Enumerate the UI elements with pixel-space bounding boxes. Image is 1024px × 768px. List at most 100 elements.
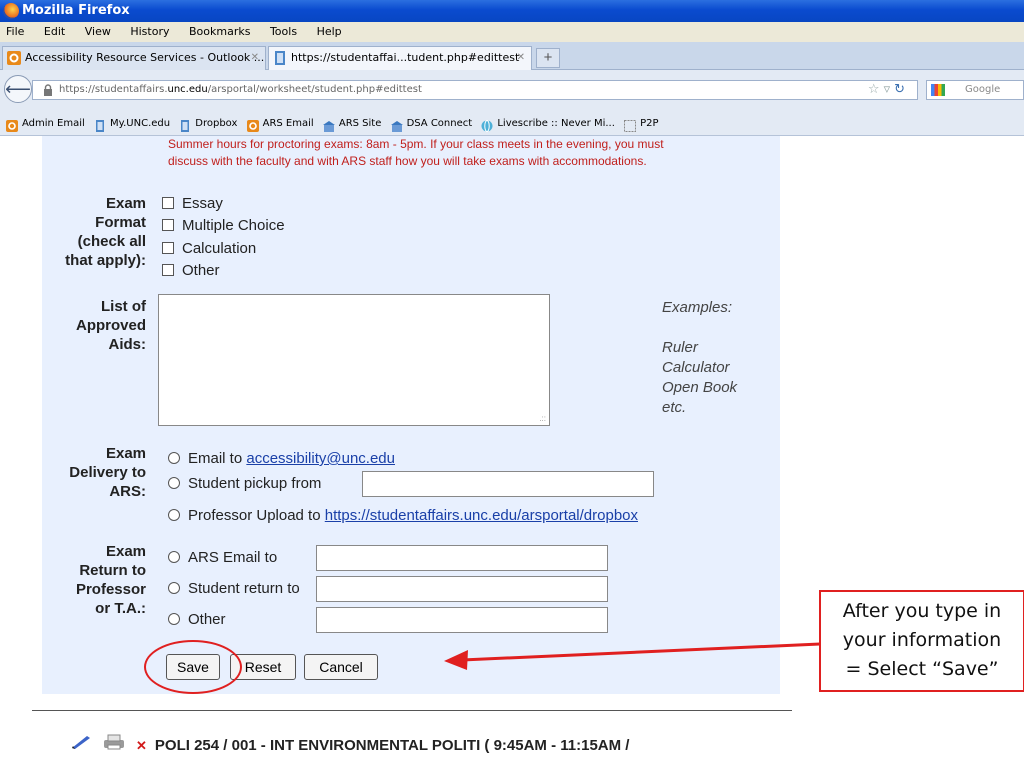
bookmark-admin-email[interactable]: Admin Email — [6, 112, 85, 136]
tab-strip: Accessibility Resource Services - Outloo… — [0, 42, 1024, 70]
bookmark-livescribe[interactable]: Livescribe :: Never Mi... — [481, 112, 615, 136]
example-item: Ruler — [662, 339, 698, 356]
radio-student-return[interactable]: Student return to — [168, 579, 300, 599]
label-line: Exam — [105, 195, 146, 212]
outlook-icon — [7, 51, 21, 65]
printer-icon[interactable] — [102, 734, 126, 756]
student-return-input[interactable] — [316, 576, 608, 602]
tab-outlook[interactable]: Accessibility Resource Services - Outloo… — [2, 46, 266, 70]
radio-student-pickup[interactable]: Student pickup from — [168, 474, 321, 494]
url-bar[interactable]: https://studentaffairs.unc.edu/arsportal… — [32, 80, 918, 100]
radio-button[interactable] — [168, 582, 180, 594]
back-arrow-icon: ⟵ — [5, 79, 31, 99]
radio-email-to[interactable]: Email to accessibility@unc.edu — [168, 449, 395, 469]
save-highlight-circle — [144, 640, 242, 694]
delete-icon[interactable]: ✕ — [136, 738, 147, 753]
checkbox[interactable] — [162, 242, 174, 254]
bookmark-ars-site[interactable]: ARS Site — [322, 112, 381, 136]
label-line: Approved — [75, 317, 146, 334]
radio-button[interactable] — [168, 452, 180, 464]
label-line: Format — [95, 214, 146, 231]
bookmark-ars-email[interactable]: ARS Email — [246, 112, 314, 136]
checkbox[interactable] — [162, 197, 174, 209]
exam-delivery-label: Exam Delivery to ARS: — [36, 444, 146, 501]
label-line: ARS: — [109, 483, 146, 500]
page-icon — [273, 51, 287, 65]
option-label: Other — [182, 262, 220, 279]
radio-button[interactable] — [168, 477, 180, 489]
url-host: unc.edu — [167, 84, 208, 95]
star-icon[interactable]: ☆ — [868, 82, 884, 97]
exam-return-label: Exam Return to Professor or T.A.: — [36, 542, 146, 618]
firefox-logo-icon — [3, 3, 19, 19]
menu-view[interactable]: View — [85, 25, 111, 38]
instruction-callout: After you type in your information = Sel… — [819, 590, 1024, 692]
examples-title: Examples: — [662, 299, 733, 316]
close-tab-icon[interactable]: ✕ — [517, 47, 525, 69]
resize-grip-icon[interactable]: .:: — [539, 414, 546, 423]
tab-student-php[interactable]: https://studentaffai...tudent.php#editte… — [268, 46, 532, 70]
label-line: or T.A.: — [95, 600, 146, 617]
radio-ars-email-to[interactable]: ARS Email to — [168, 548, 277, 568]
pencil-icon[interactable] — [70, 736, 92, 756]
dropbox-link[interactable]: https://studentaffairs.unc.edu/arsportal… — [325, 507, 638, 524]
aids-examples: Examples: Ruler Calculator Open Book etc… — [662, 298, 737, 418]
ars-email-input[interactable] — [316, 545, 608, 571]
bookmark-label: Dropbox — [195, 118, 238, 129]
menu-help[interactable]: Help — [317, 25, 342, 38]
note-line: discuss with the faculty and with ARS st… — [168, 154, 647, 168]
checkbox-other[interactable]: Other — [162, 261, 220, 281]
reload-icon[interactable]: ↻ — [894, 82, 909, 97]
menu-bookmarks[interactable]: Bookmarks — [189, 25, 250, 38]
navigation-bar: ⟵ https://studentaffairs.unc.edu/arsport… — [0, 70, 1024, 112]
back-button[interactable]: ⟵ — [4, 75, 32, 103]
checkbox[interactable] — [162, 264, 174, 276]
menu-edit[interactable]: Edit — [44, 25, 65, 38]
cancel-button[interactable]: Cancel — [304, 654, 378, 680]
window-title: Mozilla Firefox — [22, 3, 130, 18]
label-line: Return to — [79, 562, 146, 579]
close-tab-icon[interactable]: ✕ — [251, 47, 259, 69]
checkbox[interactable] — [162, 219, 174, 231]
bookmarks-bar: Admin Email My.UNC.edu Dropbox ARS Email… — [0, 112, 1024, 136]
pointer-arrow-icon — [444, 642, 821, 670]
url-prefix: https://studentaffairs. — [59, 84, 168, 95]
menu-history[interactable]: History — [130, 25, 169, 38]
label-line: (check all — [77, 233, 146, 250]
radio-button[interactable] — [168, 551, 180, 563]
bookmark-dropbox[interactable]: Dropbox — [179, 112, 237, 136]
radio-button[interactable] — [168, 509, 180, 521]
bookmark-p2p[interactable]: P2P — [624, 112, 659, 136]
radio-return-other[interactable]: Other — [168, 610, 226, 630]
dropdown-icon[interactable]: ▿ — [884, 82, 895, 97]
bookmark-my-unc[interactable]: My.UNC.edu — [94, 112, 170, 136]
approved-aids-textarea[interactable]: .:: — [158, 294, 550, 426]
bookmark-dsa-connect[interactable]: DSA Connect — [390, 112, 473, 136]
checkbox-essay[interactable]: Essay — [162, 194, 223, 214]
option-label: Other — [188, 611, 226, 628]
option-label: Essay — [182, 195, 223, 212]
building-icon — [322, 118, 335, 132]
blank-page-icon — [624, 118, 637, 132]
label-line: List of — [101, 298, 146, 315]
menu-tools[interactable]: Tools — [270, 25, 297, 38]
menu-bar: File Edit View History Bookmarks Tools H… — [0, 22, 1024, 42]
checkbox-multiple-choice[interactable]: Multiple Choice — [162, 216, 285, 236]
checkbox-calculation[interactable]: Calculation — [162, 239, 256, 259]
menu-file[interactable]: File — [6, 25, 24, 38]
email-link[interactable]: accessibility@unc.edu — [246, 450, 395, 467]
bookmark-label: DSA Connect — [406, 118, 473, 129]
bookmark-label: Admin Email — [22, 118, 85, 129]
new-tab-button[interactable]: + — [536, 48, 560, 68]
tab-label: https://studentaffai...tudent.php#editte… — [291, 51, 520, 64]
search-input[interactable]: Google — [926, 80, 1024, 100]
tab-label: Accessibility Resource Services - Outloo… — [25, 51, 265, 64]
pickup-from-input[interactable] — [362, 471, 654, 497]
callout-line: = Select “Save” — [845, 658, 999, 680]
bookmark-label: Livescribe :: Never Mi... — [497, 118, 615, 129]
search-placeholder: Google — [965, 84, 1001, 95]
globe-icon — [481, 118, 493, 132]
page-icon — [94, 118, 106, 132]
radio-professor-upload[interactable]: Professor Upload to https://studentaffai… — [168, 506, 638, 526]
radio-button[interactable] — [168, 613, 180, 625]
